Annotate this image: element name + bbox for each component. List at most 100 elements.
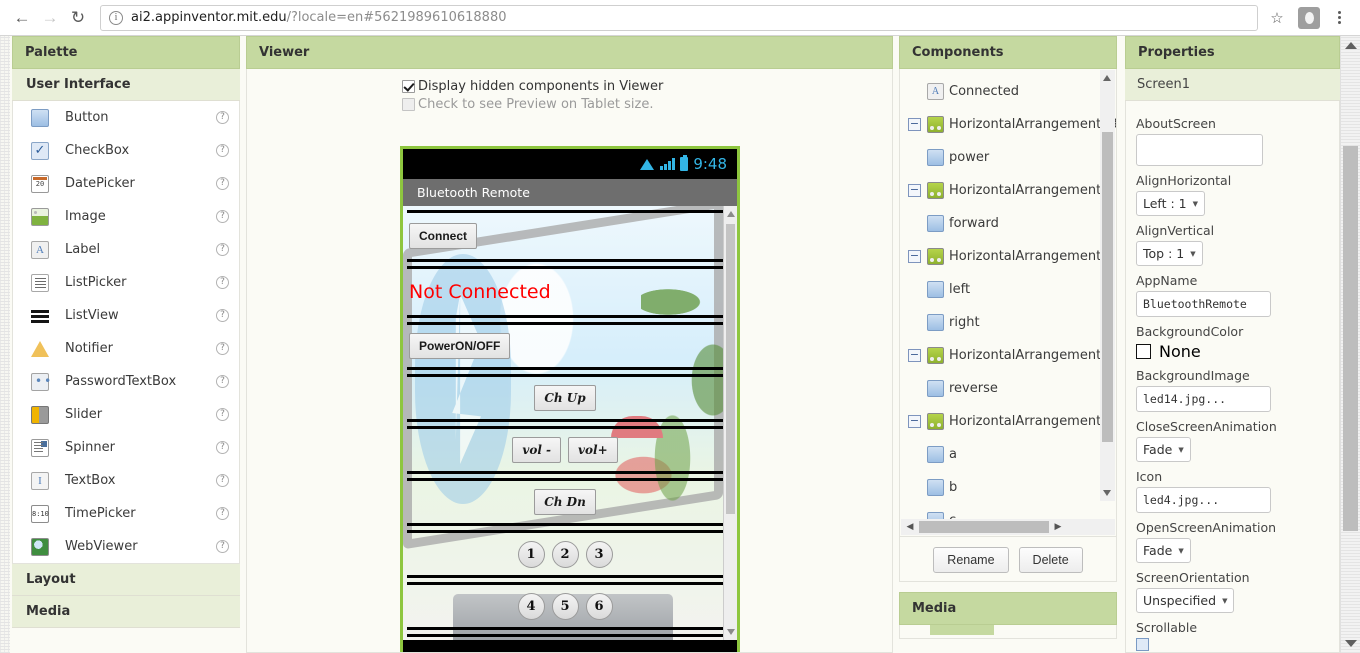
tree-node-horizontalarrangement7[interactable]: − HorizontalArrangement7	[900, 405, 1116, 438]
address-bar[interactable]: i ai2.appinventor.mit.edu/?locale=en#562…	[100, 4, 1258, 31]
scroll-down-arrow-icon[interactable]	[1345, 640, 1357, 647]
arrangement-ch-dn[interactable]: Ch Dn	[407, 478, 723, 526]
scroll-thumb[interactable]	[1102, 132, 1113, 442]
tree-node-connected[interactable]: A Connected	[900, 75, 1116, 108]
palette-section-media[interactable]: Media	[12, 596, 240, 628]
palette-item-listview[interactable]: ListView ?	[13, 299, 239, 332]
help-icon[interactable]: ?	[216, 276, 229, 289]
key-3-button[interactable]: 3	[585, 540, 613, 568]
tree-node-reverse[interactable]: reverse	[900, 372, 1116, 405]
scroll-down-arrow-icon[interactable]	[727, 629, 735, 635]
scroll-down-arrow-icon[interactable]	[1103, 490, 1111, 496]
three-dot-menu-icon[interactable]	[1326, 5, 1352, 31]
power-button[interactable]: PowerON/OFF	[409, 333, 511, 359]
rename-button[interactable]: Rename	[933, 547, 1009, 573]
palette-section-user-interface[interactable]: User Interface	[12, 69, 240, 101]
backgroundimage-input[interactable]	[1136, 386, 1271, 412]
screenorientation-select[interactable]: Unspecified ▼	[1136, 588, 1235, 613]
back-button[interactable]: ←	[8, 4, 36, 32]
help-icon[interactable]: ?	[216, 243, 229, 256]
palette-item-datepicker[interactable]: 20 DatePicker ?	[13, 167, 239, 200]
key-6-button[interactable]: 6	[585, 592, 613, 620]
palette-item-webviewer[interactable]: WebViewer ?	[13, 530, 239, 563]
tree-node-left[interactable]: left	[900, 273, 1116, 306]
appname-input[interactable]	[1136, 291, 1271, 317]
palette-item-spinner[interactable]: Spinner ?	[13, 431, 239, 464]
openscreenanimation-select[interactable]: Fade ▼	[1136, 538, 1191, 563]
reload-button[interactable]: ↻	[64, 4, 92, 32]
connect-button[interactable]: Connect	[409, 223, 477, 249]
forward-button[interactable]: →	[36, 4, 64, 32]
scrollable-checkbox[interactable]	[1136, 638, 1149, 651]
bookmark-star-icon[interactable]: ☆	[1264, 5, 1290, 31]
extension-icon[interactable]	[1298, 6, 1320, 29]
help-icon[interactable]: ?	[216, 540, 229, 553]
key-1-button[interactable]: 1	[517, 540, 545, 568]
arrangement-power[interactable]: PowerON/OFF	[407, 322, 723, 370]
palette-item-label[interactable]: A Label ?	[13, 233, 239, 266]
palette-item-textbox[interactable]: I TextBox ?	[13, 464, 239, 497]
collapse-toggle-icon[interactable]: −	[908, 118, 921, 131]
vol-up-button[interactable]: vol+	[568, 437, 618, 463]
key-4-button[interactable]: 4	[517, 592, 545, 620]
tree-node-horizontalarrangement4[interactable]: − HorizontalArrangement4	[900, 174, 1116, 207]
help-icon[interactable]: ?	[216, 441, 229, 454]
closescreenanimation-select[interactable]: Fade ▼	[1136, 437, 1191, 462]
palette-item-slider[interactable]: Slider ?	[13, 398, 239, 431]
scroll-thumb[interactable]	[726, 224, 735, 514]
palette-item-notifier[interactable]: Notifier ?	[13, 332, 239, 365]
tablet-preview-row[interactable]: Check to see Preview on Tablet size.	[402, 97, 892, 112]
components-tree-hscrollbar[interactable]: ◀ ▶	[901, 519, 1115, 535]
scroll-up-arrow-icon[interactable]	[1345, 42, 1357, 49]
arrangement-ch-up[interactable]: Ch Up	[407, 374, 723, 422]
tree-node-a[interactable]: a	[900, 438, 1116, 471]
phone-preview[interactable]: 9:48 Bluetooth Remote Connect Not Connec…	[400, 146, 740, 652]
palette-item-passwordtextbox[interactable]: PasswordTextBox ?	[13, 365, 239, 398]
collapse-toggle-icon[interactable]: −	[908, 349, 921, 362]
display-hidden-components-row[interactable]: Display hidden components in Viewer	[402, 79, 892, 94]
scroll-thumb[interactable]	[1343, 146, 1358, 531]
arrangement-volume[interactable]: vol - vol+	[407, 426, 723, 474]
help-icon[interactable]: ?	[216, 210, 229, 223]
scroll-up-arrow-icon[interactable]	[1103, 75, 1111, 81]
help-icon[interactable]: ?	[216, 507, 229, 520]
tablet-preview-checkbox[interactable]	[402, 98, 415, 111]
delete-button[interactable]: Delete	[1018, 547, 1083, 573]
arrangement-connect[interactable]: Connect	[407, 210, 723, 262]
help-icon[interactable]: ?	[216, 309, 229, 322]
tree-node-b[interactable]: b	[900, 471, 1116, 504]
key-5-button[interactable]: 5	[551, 592, 579, 620]
display-hidden-components-checkbox[interactable]	[402, 80, 415, 93]
components-tree-vscrollbar[interactable]	[1100, 70, 1115, 501]
palette-section-layout[interactable]: Layout	[12, 564, 240, 596]
collapse-toggle-icon[interactable]: −	[908, 250, 921, 263]
scroll-thumb[interactable]	[919, 521, 1049, 533]
help-icon[interactable]: ?	[216, 144, 229, 157]
help-icon[interactable]: ?	[216, 177, 229, 190]
color-swatch[interactable]	[1136, 344, 1151, 359]
phone-screen-scrollbar[interactable]	[723, 206, 737, 640]
palette-item-button[interactable]: Button ?	[13, 101, 239, 134]
key-2-button[interactable]: 2	[551, 540, 579, 568]
arrangement-keypad-row1[interactable]: 1 2 3	[407, 530, 723, 578]
aboutscreen-textarea[interactable]	[1136, 134, 1263, 166]
tree-node-horizontalarrangement9[interactable]: − HorizontalArrangement9	[900, 339, 1116, 372]
arrangement-status[interactable]: Not Connected	[407, 266, 723, 318]
arrangement-keypad-row3[interactable]: 7 8 9	[407, 634, 723, 640]
scroll-up-arrow-icon[interactable]	[727, 211, 735, 217]
page-scrollbar[interactable]	[1340, 36, 1360, 653]
palette-item-image[interactable]: Image ?	[13, 200, 239, 233]
help-icon[interactable]: ?	[216, 375, 229, 388]
scroll-left-arrow-icon[interactable]: ◀	[901, 522, 919, 532]
scroll-right-arrow-icon[interactable]: ▶	[1049, 522, 1067, 532]
tree-node-forward[interactable]: forward	[900, 207, 1116, 240]
palette-item-listpicker[interactable]: ListPicker ?	[13, 266, 239, 299]
help-icon[interactable]: ?	[216, 408, 229, 421]
site-info-icon[interactable]: i	[109, 10, 123, 25]
tree-node-horizontalarrangement8[interactable]: − HorizontalArrangement8	[900, 240, 1116, 273]
tree-node-right[interactable]: right	[900, 306, 1116, 339]
palette-item-checkbox[interactable]: ✓ CheckBox ?	[13, 134, 239, 167]
icon-input[interactable]	[1136, 487, 1271, 513]
backgroundcolor-picker[interactable]: None	[1136, 342, 1329, 361]
tree-node-horizontalarrangement13[interactable]: − HorizontalArrangement13	[900, 108, 1116, 141]
